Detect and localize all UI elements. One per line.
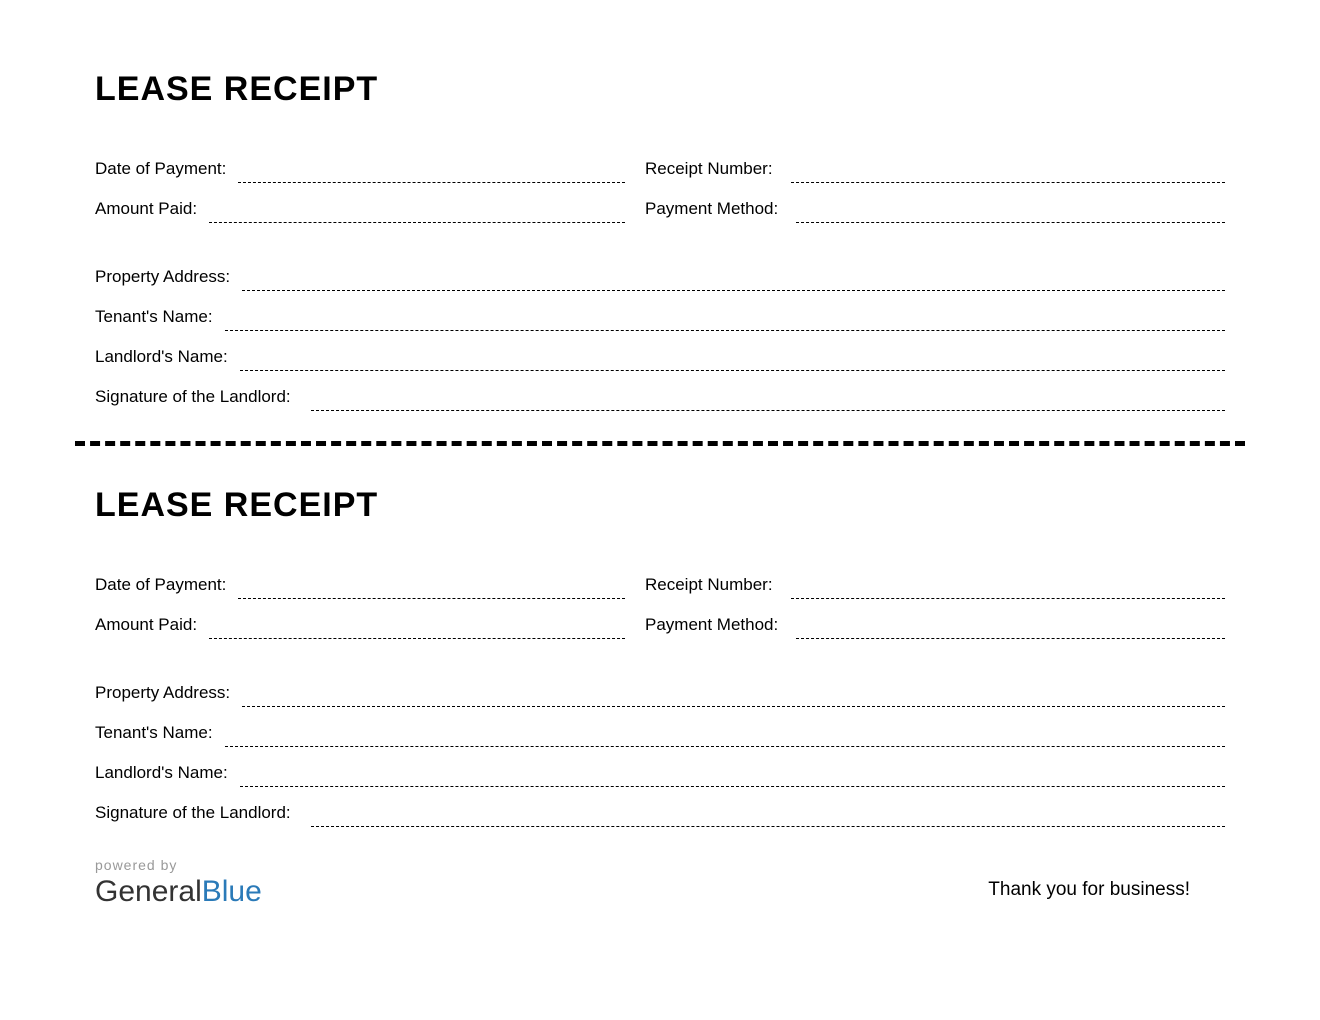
tenants-name-line[interactable] [225, 725, 1225, 747]
amount-paid-label: Amount Paid: [95, 199, 209, 223]
page-container: LEASE RECEIPT Date of Payment: Receipt N… [0, 0, 1320, 949]
tenants-name-label: Tenant's Name: [95, 307, 225, 331]
receipt-1: LEASE RECEIPT Date of Payment: Receipt N… [95, 70, 1225, 411]
property-address-line[interactable] [242, 269, 1225, 291]
payment-method-field: Payment Method: [645, 199, 1225, 223]
tenants-name-field: Tenant's Name: [95, 307, 1225, 331]
logo-part-blue: Blue [202, 875, 262, 908]
property-address-label: Property Address: [95, 683, 242, 707]
payment-method-label: Payment Method: [645, 615, 796, 639]
receipt-number-line[interactable] [791, 577, 1225, 599]
receipt-title: LEASE RECEIPT [95, 70, 1225, 109]
signature-field: Signature of the Landlord: [95, 387, 1225, 411]
amount-paid-field: Amount Paid: [95, 615, 625, 639]
signature-line[interactable] [311, 805, 1225, 827]
row-date-receipt: Date of Payment: Receipt Number: [95, 575, 1225, 599]
landlords-name-label: Landlord's Name: [95, 763, 240, 787]
amount-paid-line[interactable] [209, 617, 625, 639]
receipt-2: LEASE RECEIPT Date of Payment: Receipt N… [95, 486, 1225, 827]
landlords-name-field: Landlord's Name: [95, 763, 1225, 787]
tenants-name-field: Tenant's Name: [95, 723, 1225, 747]
section-gap [95, 239, 1225, 267]
thank-you-text: Thank you for business! [988, 879, 1225, 909]
amount-paid-label: Amount Paid: [95, 615, 209, 639]
tenants-name-line[interactable] [225, 309, 1225, 331]
row-date-receipt: Date of Payment: Receipt Number: [95, 159, 1225, 183]
payment-method-label: Payment Method: [645, 199, 796, 223]
footer: powered by GeneralBlue Thank you for bus… [95, 857, 1225, 909]
powered-by-text: powered by [95, 857, 262, 873]
receipt-number-field: Receipt Number: [645, 159, 1225, 183]
date-of-payment-line[interactable] [238, 161, 625, 183]
logo-block: powered by GeneralBlue [95, 857, 262, 909]
tenants-name-label: Tenant's Name: [95, 723, 225, 747]
row-amount-method: Amount Paid: Payment Method: [95, 199, 1225, 223]
date-of-payment-label: Date of Payment: [95, 575, 238, 599]
row-amount-method: Amount Paid: Payment Method: [95, 615, 1225, 639]
payment-method-line[interactable] [796, 201, 1225, 223]
receipt-number-label: Receipt Number: [645, 159, 791, 183]
signature-field: Signature of the Landlord: [95, 803, 1225, 827]
property-address-field: Property Address: [95, 267, 1225, 291]
property-address-line[interactable] [242, 685, 1225, 707]
date-of-payment-label: Date of Payment: [95, 159, 238, 183]
receipt-number-field: Receipt Number: [645, 575, 1225, 599]
logo-part-general: General [95, 875, 202, 908]
section-gap [95, 655, 1225, 683]
landlords-name-line[interactable] [240, 765, 1225, 787]
receipt-title: LEASE RECEIPT [95, 486, 1225, 525]
signature-line[interactable] [311, 389, 1225, 411]
landlords-name-line[interactable] [240, 349, 1225, 371]
generalblue-logo: GeneralBlue [95, 875, 262, 909]
payment-method-field: Payment Method: [645, 615, 1225, 639]
landlords-name-field: Landlord's Name: [95, 347, 1225, 371]
amount-paid-field: Amount Paid: [95, 199, 625, 223]
date-of-payment-field: Date of Payment: [95, 159, 625, 183]
property-address-label: Property Address: [95, 267, 242, 291]
payment-method-line[interactable] [796, 617, 1225, 639]
date-of-payment-line[interactable] [238, 577, 625, 599]
signature-label: Signature of the Landlord: [95, 387, 311, 411]
signature-label: Signature of the Landlord: [95, 803, 311, 827]
property-address-field: Property Address: [95, 683, 1225, 707]
date-of-payment-field: Date of Payment: [95, 575, 625, 599]
amount-paid-line[interactable] [209, 201, 625, 223]
landlords-name-label: Landlord's Name: [95, 347, 240, 371]
tear-line-divider [75, 441, 1245, 446]
receipt-number-line[interactable] [791, 161, 1225, 183]
receipt-number-label: Receipt Number: [645, 575, 791, 599]
